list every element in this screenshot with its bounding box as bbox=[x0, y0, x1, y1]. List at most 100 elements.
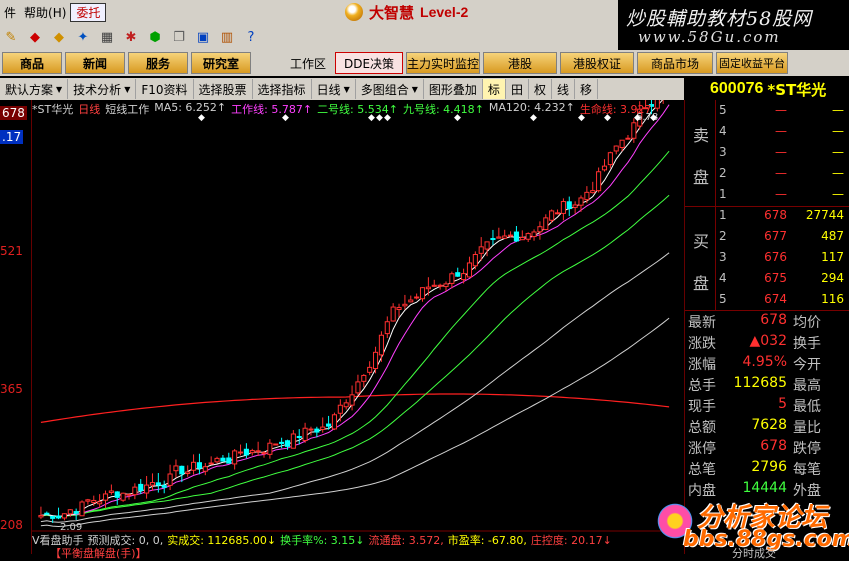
legend-item-label: MA120: 4.232 bbox=[488, 101, 566, 114]
toolbar-item-label: 选择指标 bbox=[257, 82, 306, 97]
nav-button-goods[interactable]: 商品 bbox=[2, 52, 62, 74]
status-bar: V看盘助手 预测成交: 0, 0, 实成交: 112685.00↓ 换手率%: 3.1… bbox=[32, 532, 684, 547]
back-icon[interactable]: ◆ bbox=[26, 28, 44, 46]
brand-name: 大智慧 bbox=[369, 3, 415, 22]
orderbook-volume: — bbox=[832, 145, 844, 159]
stat-label-2: 最低 bbox=[793, 399, 821, 415]
orderbook-row[interactable]: 3 — — bbox=[685, 145, 849, 166]
tick-trades-label[interactable]: 分时成交 bbox=[732, 545, 776, 561]
toolbar-item-label: 默认方案 bbox=[5, 82, 54, 97]
stat-label: 涨幅 bbox=[688, 357, 716, 373]
toolbar-item-10[interactable]: 权 bbox=[529, 79, 552, 99]
orderbook-row[interactable]: 5 — — bbox=[685, 103, 849, 124]
orderbook-row[interactable]: 1 678 27744 bbox=[685, 208, 849, 229]
menu-help[interactable]: 帮助(H) bbox=[20, 4, 70, 21]
stat-row: 现手 5 最低 bbox=[685, 396, 849, 417]
toolbar-item-label: 图形叠加 bbox=[428, 82, 477, 97]
orderbook-row[interactable]: 4 675 294 bbox=[685, 271, 849, 292]
orderbook-row[interactable]: 2 677 487 bbox=[685, 229, 849, 250]
status-item: 庄控度: 20.17↓ bbox=[530, 534, 612, 547]
nav-button-dde[interactable]: DDE决策 bbox=[335, 52, 404, 74]
menu-prefix[interactable]: 件 bbox=[0, 4, 20, 21]
menu-entrust[interactable]: 委托 bbox=[70, 2, 107, 22]
orderbook-volume: 117 bbox=[821, 250, 844, 264]
pencil-icon[interactable]: ✎ bbox=[2, 28, 20, 46]
legend-item: MA120: 4.232↑ bbox=[489, 101, 575, 115]
grid-icon[interactable]: ▦ bbox=[98, 28, 116, 46]
toolbar-item-6[interactable]: 多图组合 ▼ bbox=[356, 79, 424, 99]
watermark-banner: 炒股輔助教材58股网 www.58Gu.com bbox=[618, 0, 849, 48]
nav-button-research[interactable]: 研究室 bbox=[191, 52, 251, 74]
stat-label-2: 量比 bbox=[793, 420, 821, 436]
legend-item-label: MA5: 6.252 bbox=[154, 101, 217, 114]
nav-button-fixed-income[interactable]: 固定收益平台 bbox=[716, 52, 789, 74]
chevron-down-icon: ▼ bbox=[411, 84, 418, 94]
orderbook-volume: — bbox=[832, 187, 844, 201]
toolbar-item-11[interactable]: 线 bbox=[552, 79, 575, 99]
stat-row: 总额 7628 量比 bbox=[685, 417, 849, 438]
orderbook-row[interactable]: 2 — — bbox=[685, 166, 849, 187]
legend-strategy: 短线工作 bbox=[105, 103, 150, 116]
stat-value: 678 bbox=[760, 438, 787, 454]
orderbook-level: 4 bbox=[719, 271, 727, 285]
kline-chart[interactable]: 6.78 2.09 ◆ ◆ ◆ ◆ ◆ ◆ ◆ ◆ ◆ ◆ ◆ bbox=[0, 67, 684, 554]
toolbar-item-9[interactable]: 田 bbox=[506, 79, 529, 99]
books-icon[interactable]: ▥ bbox=[218, 28, 236, 46]
copy-icon[interactable]: ❐ bbox=[170, 28, 188, 46]
orderbook-level: 5 bbox=[719, 292, 727, 306]
stat-value: 112685 bbox=[733, 375, 787, 391]
toolbar-item-2[interactable]: F10资料 bbox=[136, 79, 194, 99]
nav-button-hk-warrant[interactable]: 港股权证 bbox=[560, 52, 635, 74]
diamond-icon[interactable]: ◆ bbox=[50, 28, 68, 46]
toolbar-item-label: F10资料 bbox=[141, 82, 188, 97]
toolbar-item-12[interactable]: 移 bbox=[575, 79, 598, 99]
orderbook-price: 674 bbox=[764, 292, 787, 306]
orderbook-volume: 116 bbox=[821, 292, 844, 306]
legend-item: 生命线: 3.927 bbox=[580, 101, 652, 116]
toolbar-item-label: 日线 bbox=[316, 82, 341, 97]
toolbar-item-1[interactable]: 技术分析 ▼ bbox=[68, 79, 137, 99]
legend-item-arrow: ↑ bbox=[474, 103, 484, 116]
status-item: 换手率%: 3.15↓ bbox=[280, 534, 365, 547]
legend-item: 二号线: 5.534↑ bbox=[317, 101, 398, 116]
orderbook-price: 676 bbox=[764, 250, 787, 264]
orderbook-price: — bbox=[775, 124, 787, 138]
axis-label-low: 365 bbox=[0, 382, 23, 396]
help-icon[interactable]: ? bbox=[242, 28, 260, 46]
toolbar-item-8[interactable]: 标 bbox=[482, 79, 506, 99]
orderbook-row[interactable]: 1 — — bbox=[685, 187, 849, 208]
toolbar-item-3[interactable]: 选择股票 bbox=[194, 79, 253, 99]
window-icon[interactable]: ▣ bbox=[194, 28, 212, 46]
nav-button-commodity[interactable]: 商品市场 bbox=[637, 52, 714, 74]
orderbook-price: 678 bbox=[764, 208, 787, 222]
orderbook-row[interactable]: 5 674 116 bbox=[685, 292, 849, 313]
toolbar-item-7[interactable]: 图形叠加 bbox=[424, 79, 483, 99]
axis-label-mid: 521 bbox=[0, 244, 23, 258]
orderbook-level: 1 bbox=[719, 208, 727, 222]
axis-label-cursor: .17 bbox=[0, 130, 24, 144]
nav-button-service[interactable]: 服务 bbox=[128, 52, 188, 74]
legend-period: 日线 bbox=[78, 103, 101, 116]
toolbar-item-5[interactable]: 日线 ▼ bbox=[312, 79, 356, 99]
nav-button-hk[interactable]: 港股 bbox=[483, 52, 558, 74]
star-icon[interactable]: ✦ bbox=[74, 28, 92, 46]
orderbook-row[interactable]: 3 676 117 bbox=[685, 250, 849, 271]
balance-label: 【平衡盘解盘(手)】 bbox=[50, 547, 147, 560]
nav-button-monitor[interactable]: 主力实时监控 bbox=[406, 52, 481, 74]
orderbook-volume: — bbox=[832, 124, 844, 138]
stat-row: 最新 678 均价 bbox=[685, 312, 849, 333]
nav-button-news[interactable]: 新闻 bbox=[65, 52, 125, 74]
orderbook-row[interactable]: 4 — — bbox=[685, 124, 849, 145]
toolbar-item-label: 移 bbox=[579, 82, 592, 97]
toolbar-item-0[interactable]: 默认方案 ▼ bbox=[0, 79, 69, 99]
workarea-label[interactable]: 工作区 bbox=[284, 55, 332, 72]
toolbar-item-label: 选择股票 bbox=[198, 82, 247, 97]
orderbook-price: — bbox=[775, 103, 787, 117]
orderbook-price: — bbox=[775, 187, 787, 201]
settings-icon[interactable]: ✱ bbox=[122, 28, 140, 46]
shield-icon[interactable]: ⬢ bbox=[146, 28, 164, 46]
order-book-panel: 卖 盘 买 盘 5— —4— —3— —2— —1— —1 678 27744 2 677 487 3… bbox=[684, 100, 849, 554]
banner-line1: 炒股輔助教材58股网 bbox=[626, 8, 813, 30]
toolbar-item-4[interactable]: 选择指标 bbox=[253, 79, 312, 99]
legend-stock-name: *ST华光 bbox=[32, 103, 74, 116]
